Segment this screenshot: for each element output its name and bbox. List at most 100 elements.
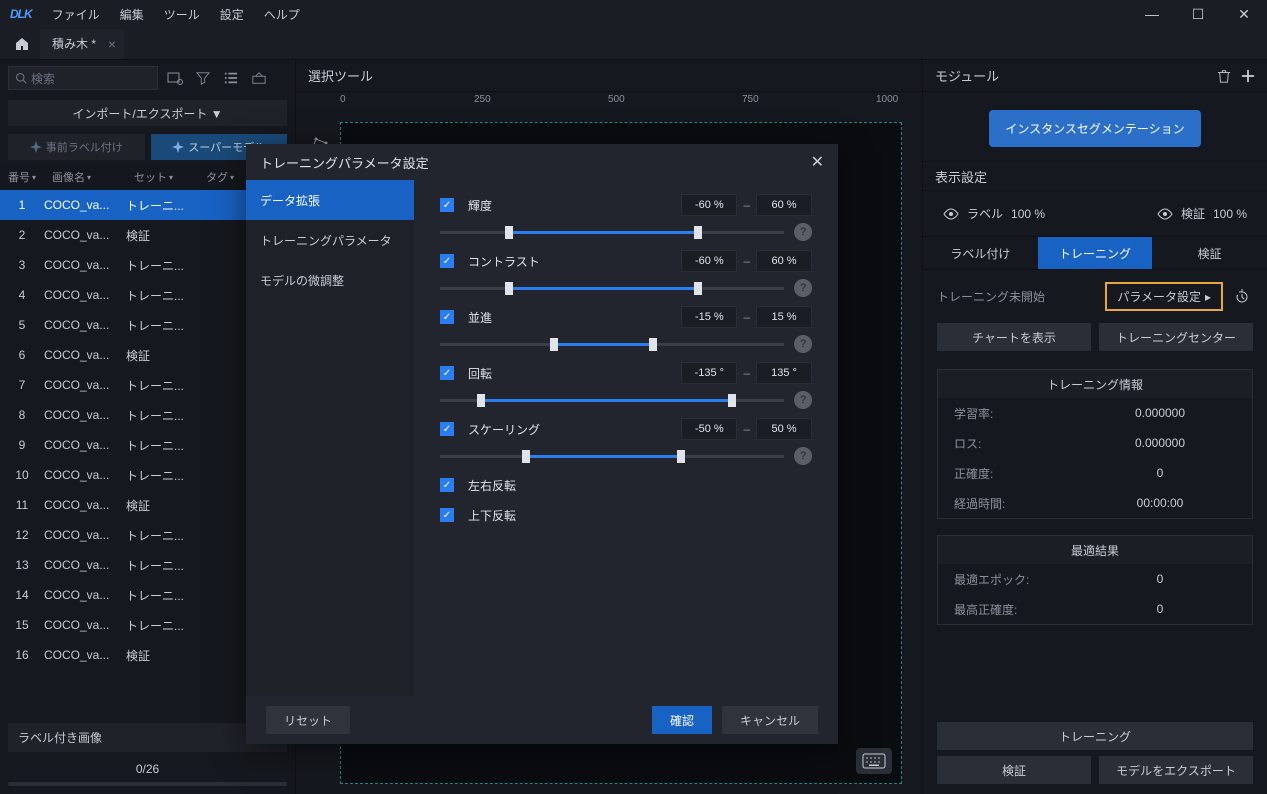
row-set: トレーニ...	[126, 557, 198, 574]
cancel-button[interactable]: キャンセル	[722, 706, 818, 734]
param-label: 回転	[468, 365, 681, 382]
menu-edit[interactable]: 編集	[120, 6, 144, 23]
menu-settings[interactable]: 設定	[220, 6, 244, 23]
slider-handle-high[interactable]	[694, 282, 702, 295]
param-high-input[interactable]: 60 %	[756, 194, 812, 216]
row-number: 9	[0, 438, 44, 452]
slider-handle-low[interactable]	[550, 338, 558, 351]
param-high-input[interactable]: 15 %	[756, 306, 812, 328]
validate-button[interactable]: 検証	[937, 756, 1091, 784]
row-set: トレーニ...	[126, 587, 198, 604]
list-view-icon[interactable]	[220, 67, 242, 89]
tab-validation[interactable]: 検証	[1152, 237, 1267, 269]
expand-icon[interactable]	[248, 67, 270, 89]
sidebar-item-training-params[interactable]: トレーニングパラメータ	[246, 220, 414, 260]
checkbox[interactable]: ✓	[440, 478, 454, 492]
checkbox[interactable]: ✓	[440, 508, 454, 522]
col-image-name[interactable]: 画像名 ▾	[44, 169, 126, 185]
param-low-input[interactable]: -60 %	[681, 194, 737, 216]
param-label: 左右反転	[468, 477, 812, 494]
tab-close-icon[interactable]: ×	[108, 36, 116, 52]
progress-text: 0/26	[136, 762, 159, 776]
range-slider[interactable]	[440, 222, 784, 242]
slider-handle-high[interactable]	[649, 338, 657, 351]
home-icon[interactable]	[10, 32, 34, 56]
row-number: 12	[0, 528, 44, 542]
row-number: 1	[0, 198, 44, 212]
display-settings-header: 表示設定	[923, 161, 1267, 191]
help-icon[interactable]: ?	[794, 223, 812, 241]
sidebar-item-finetune[interactable]: モデルの微調整	[246, 260, 414, 300]
help-icon[interactable]: ?	[794, 335, 812, 353]
menu-help[interactable]: ヘルプ	[264, 6, 300, 23]
train-button[interactable]: トレーニング	[937, 722, 1253, 750]
tab-labeling[interactable]: ラベル付け	[923, 237, 1038, 269]
pre-label-button[interactable]: 事前ラベル付け	[8, 134, 145, 160]
tool-title: 選択ツール	[296, 60, 922, 92]
row-set: トレーニ...	[126, 617, 198, 634]
slider-handle-low[interactable]	[477, 394, 485, 407]
checkbox[interactable]: ✓	[440, 422, 454, 436]
range-slider[interactable]	[440, 334, 784, 354]
col-set[interactable]: セット ▾	[126, 169, 198, 185]
menu-file[interactable]: ファイル	[52, 6, 100, 23]
range-slider[interactable]	[440, 446, 784, 466]
slider-handle-high[interactable]	[728, 394, 736, 407]
add-icon[interactable]	[1241, 69, 1255, 83]
funnel-icon[interactable]	[192, 67, 214, 89]
param-high-input[interactable]: 50 %	[756, 418, 812, 440]
reset-button[interactable]: リセット	[266, 706, 350, 734]
param-low-input[interactable]: -135 °	[681, 362, 737, 384]
col-number[interactable]: 番号 ▾	[0, 169, 44, 185]
sidebar-item-augmentation[interactable]: データ拡張	[246, 180, 414, 220]
maximize-button[interactable]: ☐	[1175, 0, 1221, 28]
close-button[interactable]: ✕	[1221, 0, 1267, 28]
keyboard-icon[interactable]	[856, 748, 892, 774]
param-label: 輝度	[468, 197, 681, 214]
image-filter-icon[interactable]	[164, 67, 186, 89]
help-icon[interactable]: ?	[794, 279, 812, 297]
slider-handle-low[interactable]	[505, 226, 513, 239]
slider-handle-high[interactable]	[694, 226, 702, 239]
project-tab[interactable]: 積み木 * ×	[40, 29, 124, 59]
import-export-button[interactable]: インポート/エクスポート ▼	[8, 100, 287, 126]
param-low-input[interactable]: -60 %	[681, 250, 737, 272]
modal-close-icon[interactable]: ✕	[811, 152, 824, 172]
slider-handle-high[interactable]	[677, 450, 685, 463]
checkbox[interactable]: ✓	[440, 198, 454, 212]
slider-handle-low[interactable]	[505, 282, 513, 295]
range-slider[interactable]	[440, 390, 784, 410]
history-icon[interactable]	[1231, 286, 1253, 308]
checkbox[interactable]: ✓	[440, 310, 454, 324]
search-input[interactable]: 検索	[8, 66, 158, 90]
param-high-input[interactable]: 60 %	[756, 250, 812, 272]
tab-training[interactable]: トレーニング	[1038, 237, 1153, 269]
param-settings-button[interactable]: パラメータ設定▸	[1105, 282, 1223, 311]
slider-handle-low[interactable]	[522, 450, 530, 463]
help-icon[interactable]: ?	[794, 391, 812, 409]
checkbox[interactable]: ✓	[440, 366, 454, 380]
param-flip_v: ✓ 上下反転	[440, 504, 812, 526]
row-number: 11	[0, 498, 44, 512]
param-low-input[interactable]: -15 %	[681, 306, 737, 328]
menu-tool[interactable]: ツール	[164, 6, 200, 23]
minimize-button[interactable]: ―	[1129, 0, 1175, 28]
help-icon[interactable]: ?	[794, 447, 812, 465]
range-slider[interactable]	[440, 278, 784, 298]
export-model-button[interactable]: モデルをエクスポート	[1099, 756, 1253, 784]
module-chip[interactable]: インスタンスセグメンテーション	[989, 110, 1200, 147]
param-label: 上下反転	[468, 507, 812, 524]
show-chart-button[interactable]: チャートを表示	[937, 323, 1091, 351]
training-center-button[interactable]: トレーニングセンター	[1099, 323, 1253, 351]
eye-icon[interactable]	[1157, 208, 1173, 220]
row-set: トレーニ...	[126, 197, 198, 214]
col-tag[interactable]: タグ ▾	[198, 169, 242, 185]
training-info-box: トレーニング情報 学習率:0.000000 ロス:0.000000 正確度:0 …	[937, 369, 1253, 519]
confirm-button[interactable]: 確認	[652, 706, 712, 734]
param-low-input[interactable]: -50 %	[681, 418, 737, 440]
param-high-input[interactable]: 135 °	[756, 362, 812, 384]
eye-icon[interactable]	[943, 208, 959, 220]
checkbox[interactable]: ✓	[440, 254, 454, 268]
label-toggle-pct: 100 %	[1011, 207, 1045, 221]
trash-icon[interactable]	[1217, 69, 1231, 83]
